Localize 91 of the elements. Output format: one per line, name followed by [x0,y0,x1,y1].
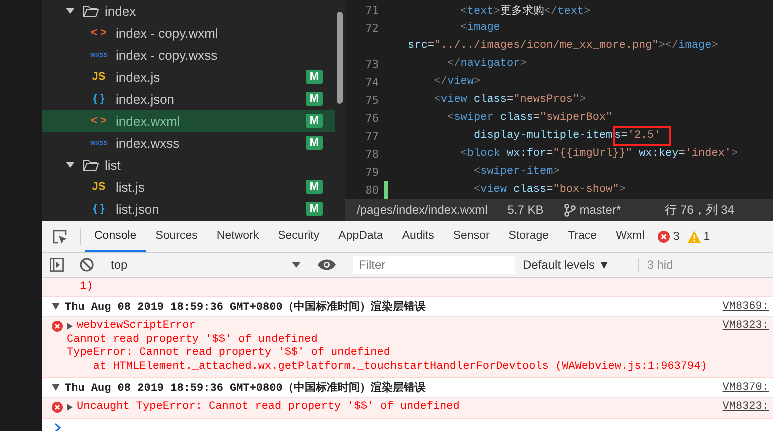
file-type-icon: { } [88,203,110,215]
devtools-tab[interactable]: Security [268,221,330,252]
modified-badge: M [306,136,323,150]
caret-icon[interactable] [52,303,60,310]
inspect-icon[interactable] [52,228,68,244]
source-link[interactable]: VM8323: [722,401,769,414]
scrollbar-thumb[interactable] [337,12,343,104]
prompt-icon [54,422,62,431]
source-link[interactable]: VM8369: [722,300,769,312]
file-item[interactable]: JS list.js M [42,176,335,198]
file-path: /pages/index/index.wxml [357,203,488,217]
modified-badge: M [306,70,323,84]
devtools-tab[interactable]: Wxml [606,221,654,252]
line-number: 79 [364,166,379,178]
file-item[interactable]: { } list.json M [42,198,335,220]
code-line: <text>更多求购</text> [460,4,591,18]
eye-icon[interactable] [318,258,336,272]
devtools-tab[interactable]: Sensor [444,221,500,252]
line-number: 76 [364,112,379,124]
code-line: </navigator> [446,58,527,70]
file-type-icon: < > [88,27,110,39]
folder-item[interactable]: index [42,0,335,22]
group-header: Thu Aug 08 2019 18:59:36 GMT+0800（中国标准时间）渲染层错误 [65,300,427,314]
error-text: Cannot read property '$$' of undefined [67,334,319,347]
code-line: <view class="newsPros"> [433,94,586,106]
line-number: 72 [364,22,379,34]
code-line: <view class="box-show"> [473,184,626,196]
file-size: 5.7 KB [508,203,544,217]
file-type-icon: { } [88,93,110,105]
warning-icon [688,230,701,242]
group-header: Thu Aug 08 2019 18:59:36 GMT+0800（中国标准时间）渲染层错误 [65,380,427,395]
modified-badge: M [306,180,323,194]
expand-icon[interactable] [67,323,73,330]
code-line: <image [460,22,500,34]
sidebar-toggle-icon[interactable] [50,258,64,272]
file-type-icon: JS [88,181,110,193]
folder-icon [83,4,99,18]
clear-console-icon[interactable] [80,258,94,272]
file-type-icon: < > [88,115,110,127]
devtools-tab[interactable]: Network [207,221,269,252]
file-item[interactable]: JS index.js M [42,66,335,88]
caret-icon [292,262,301,268]
expand-icon[interactable] [67,404,73,412]
error-icon [658,230,670,242]
error-count: 3 [673,230,680,242]
line-number: 73 [364,58,379,70]
branch-icon [564,204,576,216]
error-text: at HTMLElement._attached.wx.getPlatform._touchstartHandlerForDevtools (WAWebview.js:1:963794) [92,360,708,374]
file-item[interactable]: < > index - copy.wxml [42,22,335,44]
levels-dropdown[interactable]: Default levels ▼ [523,258,610,272]
line-number: 80 [364,184,379,196]
line-number: 71 [364,4,379,16]
line-number: 75 [364,94,379,106]
file-type-icon: JS [88,71,110,83]
folder-icon [83,158,99,172]
modified-badge: M [306,92,323,106]
line-number: 74 [364,76,379,88]
code-line: src="../../images/icon/me_xx_more.png"></image> [408,40,718,52]
line-number: 77 [364,130,379,142]
folder-item[interactable]: list [42,154,335,176]
source-link[interactable]: VM8323: [722,320,769,374]
devtools-tab[interactable]: Sources [146,221,208,252]
code-line: <swiper class="swiperBox" [446,112,613,124]
caret-icon [66,162,75,168]
filter-field[interactable]: Filter [353,256,515,274]
code-line: <block wx:for="{{imgUrl}}" wx:key='index'> [460,148,738,160]
hidden-count: 3 hid [638,258,674,272]
devtools-tab[interactable]: Audits [392,221,444,252]
code-line: </view> [433,76,481,88]
error-icon [52,402,63,413]
caret-icon [66,8,75,14]
warning-count: 1 [704,230,710,242]
branch-name[interactable]: master* [580,203,622,217]
devtools-tab[interactable]: Storage [499,221,559,252]
error-icon [52,321,63,332]
code-line: <swiper-item> [473,166,560,178]
file-item[interactable]: < > index.wxml M [42,110,335,132]
devtools-tab[interactable]: Trace [558,221,607,252]
error-title[interactable]: Uncaught TypeError: Cannot read property '$$' of undefined [77,401,460,414]
line-number: 78 [364,148,379,160]
file-item[interactable]: { } index.json M [42,88,335,110]
error-text: 1) [80,280,94,294]
caret-icon[interactable] [52,384,60,391]
modified-badge: M [306,114,323,128]
cursor-position: 行 76，列 34 [665,202,734,218]
error-text: TypeError: Cannot read property '$$' of undefined [67,347,392,360]
modified-badge: M [306,202,323,216]
error-title[interactable]: webviewScriptError [77,320,196,334]
devtools-tab[interactable]: AppData [329,221,393,252]
context-dropdown[interactable]: top [103,258,309,272]
source-link[interactable]: VM8370: [722,382,769,394]
